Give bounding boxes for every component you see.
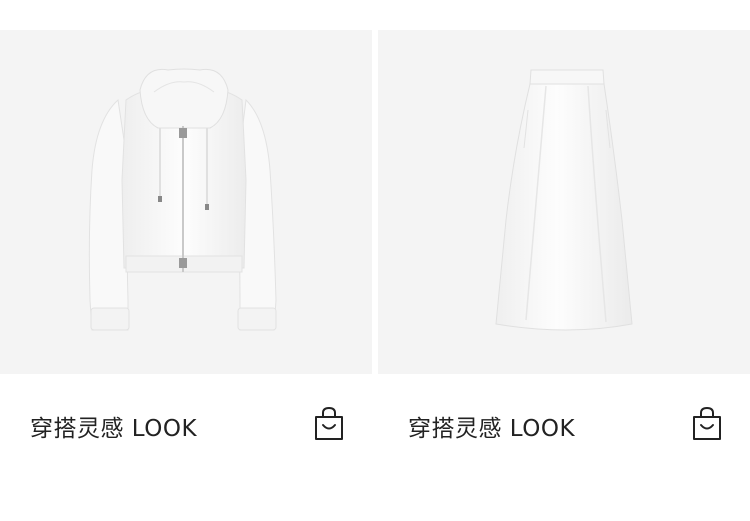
product-caption-row: 穿搭灵感 LOOK	[408, 404, 724, 446]
look-caption[interactable]: 穿搭灵感 LOOK	[30, 409, 197, 443]
product-card-skirt[interactable]: 穿搭灵感 LOOK	[378, 0, 750, 521]
product-card-hoodie[interactable]: 穿搭灵感 LOOK	[0, 0, 372, 521]
product-caption-row: 穿搭灵感 LOOK	[30, 404, 346, 446]
product-image-hoodie[interactable]	[0, 30, 372, 374]
look-caption[interactable]: 穿搭灵感 LOOK	[408, 409, 575, 443]
product-grid: 穿搭灵感 LOOK 穿搭灵感 LOOK	[0, 0, 750, 521]
product-image-skirt[interactable]	[378, 30, 750, 374]
shopping-bag-icon	[315, 406, 343, 440]
shopping-bag-icon	[693, 406, 721, 440]
skirt-illustration	[495, 69, 633, 331]
add-to-bag-button[interactable]	[690, 406, 724, 442]
add-to-bag-button[interactable]	[312, 406, 346, 442]
hoodie-illustration	[88, 68, 277, 331]
